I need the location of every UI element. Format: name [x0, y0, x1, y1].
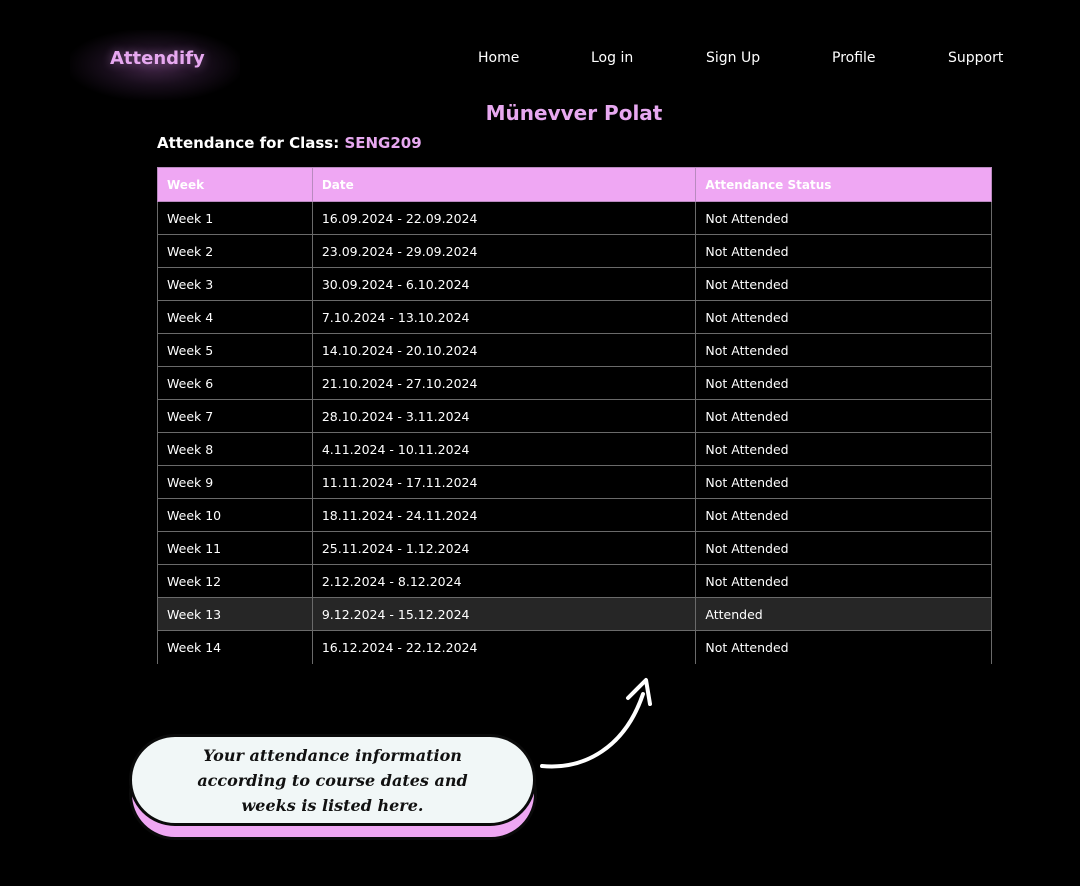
- cell-status: Attended: [695, 597, 992, 631]
- cell-status: Not Attended: [695, 234, 992, 268]
- cell-date: 4.11.2024 - 10.11.2024: [311, 432, 697, 466]
- table-row: Week 2 23.09.2024 - 29.09.2024 Not Atten…: [157, 234, 992, 268]
- curved-arrow-icon: [540, 678, 652, 769]
- cell-date: 16.09.2024 - 22.09.2024: [311, 201, 697, 235]
- cell-week: Week 9: [157, 465, 313, 499]
- nav-signup[interactable]: Sign Up: [706, 50, 760, 66]
- table-row: Week 3 30.09.2024 - 6.10.2024 Not Attend…: [157, 267, 992, 301]
- cell-status: Not Attended: [695, 531, 992, 565]
- callout-text: Your attendance information according to…: [197, 745, 468, 815]
- cell-status: Not Attended: [695, 630, 992, 664]
- cell-status: Not Attended: [695, 333, 992, 367]
- table-row: Week 1 16.09.2024 - 22.09.2024 Not Atten…: [157, 201, 992, 235]
- cell-date: 9.12.2024 - 15.12.2024: [311, 597, 697, 631]
- table-row: Week 8 4.11.2024 - 10.11.2024 Not Attend…: [157, 432, 992, 466]
- cell-week: Week 8: [157, 432, 313, 466]
- cell-date: 2.12.2024 - 8.12.2024: [311, 564, 697, 598]
- cell-date: 28.10.2024 - 3.11.2024: [311, 399, 697, 433]
- cell-week: Week 11: [157, 531, 313, 565]
- class-code: SENG209: [344, 134, 422, 152]
- cell-week: Week 14: [157, 630, 313, 664]
- cell-status: Not Attended: [695, 564, 992, 598]
- table-row-highlighted: Week 13 9.12.2024 - 15.12.2024 Attended: [157, 597, 992, 631]
- nav-profile[interactable]: Profile: [832, 50, 876, 66]
- header-week: Week: [157, 167, 313, 202]
- cell-week: Week 1: [157, 201, 313, 235]
- cell-week: Week 13: [157, 597, 313, 631]
- cell-date: 11.11.2024 - 17.11.2024: [311, 465, 697, 499]
- nav-support[interactable]: Support: [948, 50, 1003, 66]
- table-row: Week 11 25.11.2024 - 1.12.2024 Not Atten…: [157, 531, 992, 565]
- table-row: Week 10 18.11.2024 - 24.11.2024 Not Atte…: [157, 498, 992, 532]
- cell-week: Week 2: [157, 234, 313, 268]
- nav-login[interactable]: Log in: [591, 50, 633, 66]
- cell-status: Not Attended: [695, 300, 992, 334]
- table-row: Week 6 21.10.2024 - 27.10.2024 Not Atten…: [157, 366, 992, 400]
- nav-home[interactable]: Home: [478, 50, 519, 66]
- annotation-callout: Your attendance information according to…: [129, 734, 536, 826]
- cell-status: Not Attended: [695, 399, 992, 433]
- table-row: Week 5 14.10.2024 - 20.10.2024 Not Atten…: [157, 333, 992, 367]
- cell-date: 18.11.2024 - 24.11.2024: [311, 498, 697, 532]
- cell-date: 7.10.2024 - 13.10.2024: [311, 300, 697, 334]
- table-header-row: Week Date Attendance Status: [157, 167, 992, 202]
- header-date: Date: [311, 167, 697, 202]
- cell-date: 30.09.2024 - 6.10.2024: [311, 267, 697, 301]
- table-row: Week 12 2.12.2024 - 8.12.2024 Not Attend…: [157, 564, 992, 598]
- student-name: Münevver Polat: [485, 101, 663, 125]
- cell-week: Week 7: [157, 399, 313, 433]
- cell-status: Not Attended: [695, 201, 992, 235]
- cell-status: Not Attended: [695, 465, 992, 499]
- cell-status: Not Attended: [695, 366, 992, 400]
- cell-status: Not Attended: [695, 267, 992, 301]
- cell-date: 23.09.2024 - 29.09.2024: [311, 234, 697, 268]
- header-status: Attendance Status: [695, 167, 992, 202]
- table-row: Week 14 16.12.2024 - 22.12.2024 Not Atte…: [157, 630, 992, 664]
- attendance-page: Attendify Home Log in Sign Up Profile Su…: [0, 0, 1080, 886]
- cell-date: 14.10.2024 - 20.10.2024: [311, 333, 697, 367]
- cell-week: Week 10: [157, 498, 313, 532]
- cell-date: 25.11.2024 - 1.12.2024: [311, 531, 697, 565]
- table-row: Week 9 11.11.2024 - 17.11.2024 Not Atten…: [157, 465, 992, 499]
- cell-status: Not Attended: [695, 432, 992, 466]
- cell-week: Week 3: [157, 267, 313, 301]
- cell-date: 21.10.2024 - 27.10.2024: [311, 366, 697, 400]
- class-heading-prefix: Attendance for Class:: [157, 134, 340, 152]
- cell-week: Week 12: [157, 564, 313, 598]
- table-row: Week 7 28.10.2024 - 3.11.2024 Not Attend…: [157, 399, 992, 433]
- cell-week: Week 4: [157, 300, 313, 334]
- cell-week: Week 5: [157, 333, 313, 367]
- table-row: Week 4 7.10.2024 - 13.10.2024 Not Attend…: [157, 300, 992, 334]
- top-nav: Home Log in Sign Up Profile Support: [0, 50, 1080, 70]
- attendance-table: Week Date Attendance Status Week 1 16.09…: [157, 167, 992, 664]
- cell-week: Week 6: [157, 366, 313, 400]
- cell-date: 16.12.2024 - 22.12.2024: [311, 630, 697, 664]
- cell-status: Not Attended: [695, 498, 992, 532]
- class-heading: Attendance for Class: SENG209: [157, 134, 422, 152]
